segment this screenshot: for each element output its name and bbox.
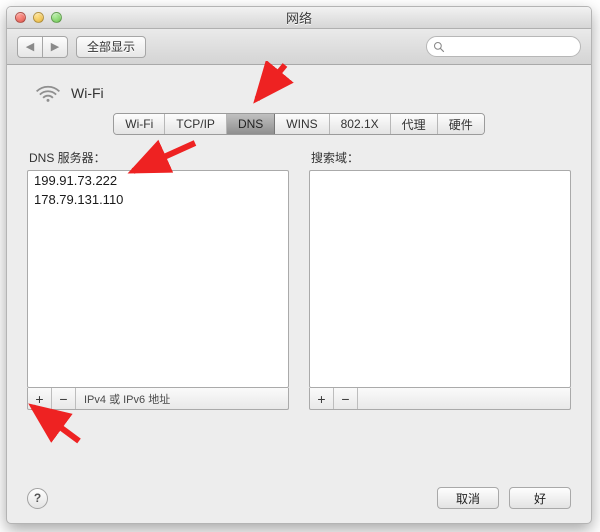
- nav-group: ◀ ▶: [17, 36, 68, 58]
- search-domains-list[interactable]: [309, 170, 571, 388]
- tab-tcpip[interactable]: TCP/IP: [165, 114, 227, 134]
- cancel-button[interactable]: 取消: [437, 487, 499, 509]
- dns-servers-list[interactable]: 199.91.73.222 178.79.131.110: [27, 170, 289, 388]
- tab-hardware[interactable]: 硬件: [438, 114, 484, 134]
- minimize-window-button[interactable]: [33, 12, 44, 23]
- tabs: Wi-Fi TCP/IP DNS WINS 802.1X 代理 硬件: [27, 113, 571, 135]
- back-icon: ◀: [26, 40, 34, 53]
- forward-button[interactable]: ▶: [42, 36, 68, 58]
- window-title: 网络: [7, 8, 591, 27]
- search-domains-label: 搜索域：: [311, 149, 571, 166]
- search-icon: [433, 41, 445, 53]
- footer: ? 取消 好: [27, 487, 571, 509]
- search-field[interactable]: [426, 36, 581, 57]
- list-item[interactable]: 178.79.131.110: [28, 190, 288, 209]
- tab-proxies[interactable]: 代理: [391, 114, 438, 134]
- close-window-button[interactable]: [15, 12, 26, 23]
- remove-dns-button[interactable]: −: [52, 388, 76, 409]
- tab-wifi[interactable]: Wi-Fi: [114, 114, 165, 134]
- tab-wins[interactable]: WINS: [275, 114, 329, 134]
- plus-icon: +: [35, 392, 43, 406]
- list-item[interactable]: 199.91.73.222: [28, 171, 288, 190]
- tab-dns[interactable]: DNS: [227, 114, 275, 134]
- search-domains-addbar: + −: [309, 388, 571, 410]
- preferences-window: 网络 ◀ ▶ 全部显示 Wi-Fi Wi-Fi TCP/IP DNS: [6, 6, 592, 524]
- add-domain-button[interactable]: +: [310, 388, 334, 409]
- back-button[interactable]: ◀: [17, 36, 43, 58]
- remove-domain-button[interactable]: −: [334, 388, 358, 409]
- forward-icon: ▶: [51, 40, 59, 53]
- dns-servers-addbar: + − IPv4 或 IPv6 地址: [27, 388, 289, 410]
- help-button[interactable]: ?: [27, 488, 48, 509]
- connection-name: Wi-Fi: [71, 85, 104, 101]
- wifi-icon: [35, 83, 61, 103]
- connection-header: Wi-Fi: [35, 83, 571, 103]
- minus-icon: −: [59, 392, 67, 406]
- ok-button[interactable]: 好: [509, 487, 571, 509]
- minus-icon: −: [341, 392, 349, 406]
- content-area: Wi-Fi Wi-Fi TCP/IP DNS WINS 802.1X 代理 硬件…: [7, 65, 591, 523]
- help-icon: ?: [34, 491, 41, 505]
- zoom-window-button[interactable]: [51, 12, 62, 23]
- show-all-button[interactable]: 全部显示: [76, 36, 146, 58]
- titlebar: 网络: [7, 7, 591, 29]
- search-domains-panel: 搜索域： + −: [309, 149, 571, 410]
- dns-servers-panel: DNS 服务器： 199.91.73.222 178.79.131.110 + …: [27, 149, 289, 410]
- dns-servers-label: DNS 服务器：: [29, 149, 289, 166]
- toolbar: ◀ ▶ 全部显示: [7, 29, 591, 65]
- window-controls: [15, 12, 62, 23]
- add-dns-button[interactable]: +: [28, 388, 52, 409]
- plus-icon: +: [317, 392, 325, 406]
- tab-8021x[interactable]: 802.1X: [330, 114, 391, 134]
- dns-hint: IPv4 或 IPv6 地址: [76, 391, 178, 407]
